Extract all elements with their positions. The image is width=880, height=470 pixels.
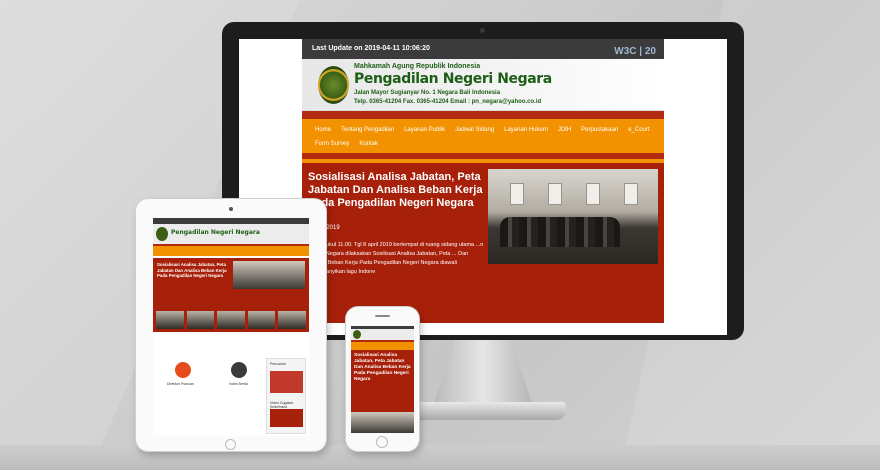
menu-item-layanan-hukum[interactable]: Layanan Hukum — [499, 123, 553, 137]
court-contact: Telp. 0365-41204 Fax. 0365-41204 Email :… — [354, 99, 542, 105]
menu-item-layanan-publik[interactable]: Layanan Publik — [399, 123, 450, 137]
menu-item-e-court[interactable]: e_Court — [623, 123, 654, 137]
sidebar-banner-image[interactable] — [270, 371, 303, 393]
floor — [0, 445, 880, 470]
last-update-text: Last Update on 2019-04-11 10:06:20 — [312, 45, 430, 52]
monitor-camera — [480, 28, 485, 33]
phone-menu[interactable] — [351, 340, 414, 350]
sidebar-title: Pencarian — [270, 362, 286, 366]
news-photo[interactable] — [488, 169, 658, 264]
phone-news-photo[interactable] — [351, 412, 414, 433]
sidebar-video[interactable] — [270, 409, 303, 427]
thumbnail[interactable] — [186, 311, 215, 329]
sidebar-video-label: Video Gugatan Sederhana — [270, 401, 294, 409]
news-excerpt: ...min pukul 11.00. Tgl 8 april 2019 ber… — [308, 242, 484, 275]
phone-screen: Sosialisasi Analisa Jabatan, Peta Jabata… — [351, 326, 414, 433]
photo-window — [548, 183, 562, 205]
thumbnail[interactable] — [217, 311, 245, 329]
phone-device: Sosialisasi Analisa Jabatan, Peta Jabata… — [346, 307, 419, 451]
photo-people — [500, 217, 620, 247]
menu-item-jadwal-sidang[interactable]: Jadwal Sidang — [450, 123, 499, 137]
main-menu: Home Tentang Pengadilan Layanan Publik J… — [302, 119, 664, 153]
menu-item-perpustakaan[interactable]: Perpustakaan — [576, 123, 623, 137]
widget-label-index-berita[interactable]: Index Berita — [229, 382, 248, 386]
thumbnail[interactable] — [156, 311, 184, 329]
thumbnail[interactable] — [278, 311, 306, 329]
tablet-news-photo[interactable] — [233, 261, 305, 289]
menu-item-jdih[interactable]: JDIH — [553, 123, 576, 137]
court-logo-icon[interactable] — [318, 66, 349, 104]
menu-item-tentang-pengadilan[interactable]: Tentang Pengadilan — [336, 123, 399, 137]
thumbnail[interactable] — [247, 311, 276, 329]
phone-speaker — [375, 315, 390, 317]
court-website: Last Update on 2019-04-11 10:06:20 W3C |… — [302, 39, 664, 335]
tablet-device: Pengadilan Negeri Negara Sosialisasi Ana… — [136, 199, 326, 451]
tablet-news-slider: Sosialisasi Analisa Jabatan, Peta Jabata… — [153, 258, 309, 308]
tablet-banner: Pengadilan Negeri Negara — [153, 224, 309, 244]
phone-banner — [351, 326, 414, 340]
phone-news-slider: Sosialisasi Analisa Jabatan, Peta Jabata… — [351, 350, 414, 412]
court-logo-icon[interactable] — [353, 330, 361, 339]
court-address: Jalan Mayor Sugianyar No. 1 Negara Bali … — [354, 90, 501, 96]
photo-window — [586, 183, 600, 205]
menu-item-home[interactable]: Home — [310, 123, 336, 137]
tablet-court-name[interactable]: Pengadilan Negeri Negara — [171, 229, 260, 236]
directory-icon[interactable] — [175, 362, 191, 378]
monitor-stand-base — [408, 402, 566, 420]
photo-window — [624, 183, 638, 205]
menu-item-form-survey[interactable]: Form Survey — [310, 137, 354, 151]
tablet-screen: Pengadilan Negeri Negara Sosialisasi Ana… — [153, 218, 309, 436]
org-name: Mahkamah Agung Republik Indonesia — [354, 63, 481, 70]
tablet-thumbnail-strip — [153, 308, 309, 332]
tablet-sidebar: Pencarian Video Gugatan Sederhana — [266, 358, 306, 434]
monitor-stand — [433, 340, 533, 406]
tablet-camera — [229, 207, 233, 211]
phone-news-title[interactable]: Sosialisasi Analisa Jabatan, Peta Jabata… — [354, 353, 412, 383]
news-slider: Sosialisasi Analisa Jabatan, Peta Jabata… — [302, 163, 664, 323]
tablet-menu[interactable] — [153, 244, 309, 256]
tablet-body: Direktori Putusan Index Berita Pencarian… — [153, 332, 309, 436]
photo-window — [510, 183, 524, 205]
tablet-news-title[interactable]: Sosialisasi Analisa Jabatan, Peta Jabata… — [157, 262, 227, 279]
top-bar: Last Update on 2019-04-11 10:06:20 W3C |… — [302, 39, 664, 59]
widget-label-direktori[interactable]: Direktori Putusan — [167, 382, 194, 386]
court-name[interactable]: Pengadilan Negeri Negara — [354, 71, 552, 87]
site-banner: Mahkamah Agung Republik Indonesia Pengad… — [302, 59, 664, 111]
tablet-home-button[interactable] — [225, 439, 236, 450]
court-logo-icon[interactable] — [156, 227, 168, 241]
news-index-icon[interactable] — [231, 362, 247, 378]
phone-home-button[interactable] — [376, 436, 388, 448]
news-title[interactable]: Sosialisasi Analisa Jabatan, Peta Jabata… — [308, 171, 486, 210]
menu-item-kontak[interactable]: Kontak — [354, 137, 383, 151]
divider-stripe — [302, 111, 664, 119]
